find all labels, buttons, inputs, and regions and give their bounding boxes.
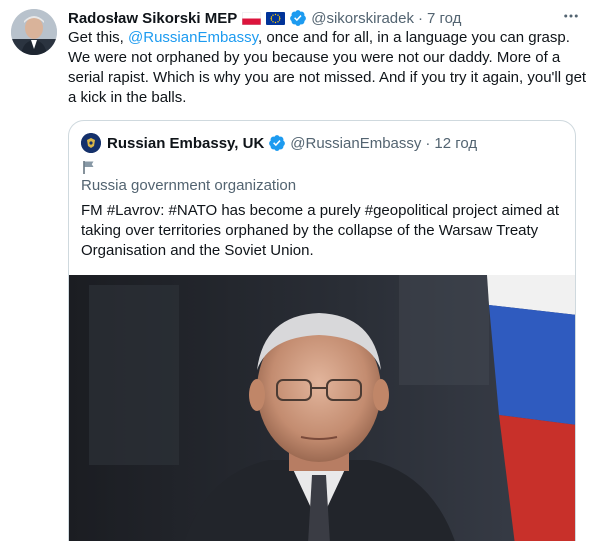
mention-link[interactable]: @RussianEmbassy xyxy=(128,29,258,46)
government-flag-icon xyxy=(81,159,97,175)
author-handle[interactable]: @sikorskiradek xyxy=(311,10,414,27)
poland-flag-icon xyxy=(242,11,262,25)
verified-badge-icon xyxy=(268,134,286,152)
eu-flag-icon xyxy=(266,11,286,25)
separator-dot: · xyxy=(425,134,431,152)
author-avatar[interactable] xyxy=(11,9,57,55)
more-options-icon[interactable] xyxy=(559,6,583,26)
tweet-text: Get this, @RussianEmbassy, once and for … xyxy=(68,28,588,108)
tweet-text-part: Get this, xyxy=(68,29,129,46)
separator-dot: · xyxy=(418,9,423,27)
quoted-tweet-header: Russian Embassy, UK @RussianEmbassy · 12… xyxy=(81,133,477,153)
embassy-emblem-icon[interactable] xyxy=(81,133,101,153)
tweet: Radosław Sikorski MEP @sikorskiradek · 7… xyxy=(0,0,600,541)
quoted-timestamp[interactable]: 12 год xyxy=(434,135,477,152)
government-org-label: Russia government organization xyxy=(81,177,297,194)
tweet-header: Radosław Sikorski MEP @sikorskiradek · 7… xyxy=(68,8,461,28)
tweet-timestamp[interactable]: 7 год xyxy=(427,10,461,27)
quoted-tweet-photo[interactable] xyxy=(69,275,575,541)
quoted-author-name[interactable]: Russian Embassy, UK xyxy=(107,135,264,152)
quoted-tweet-card[interactable]: Russian Embassy, UK @RussianEmbassy · 12… xyxy=(68,120,576,541)
quoted-tweet-text: FM #Lavrov: #NATO has become a purely #g… xyxy=(81,202,560,259)
author-name[interactable]: Radosław Sikorski MEP xyxy=(68,10,237,27)
quoted-author-handle[interactable]: @RussianEmbassy xyxy=(290,135,421,152)
verified-badge-icon xyxy=(289,9,307,27)
